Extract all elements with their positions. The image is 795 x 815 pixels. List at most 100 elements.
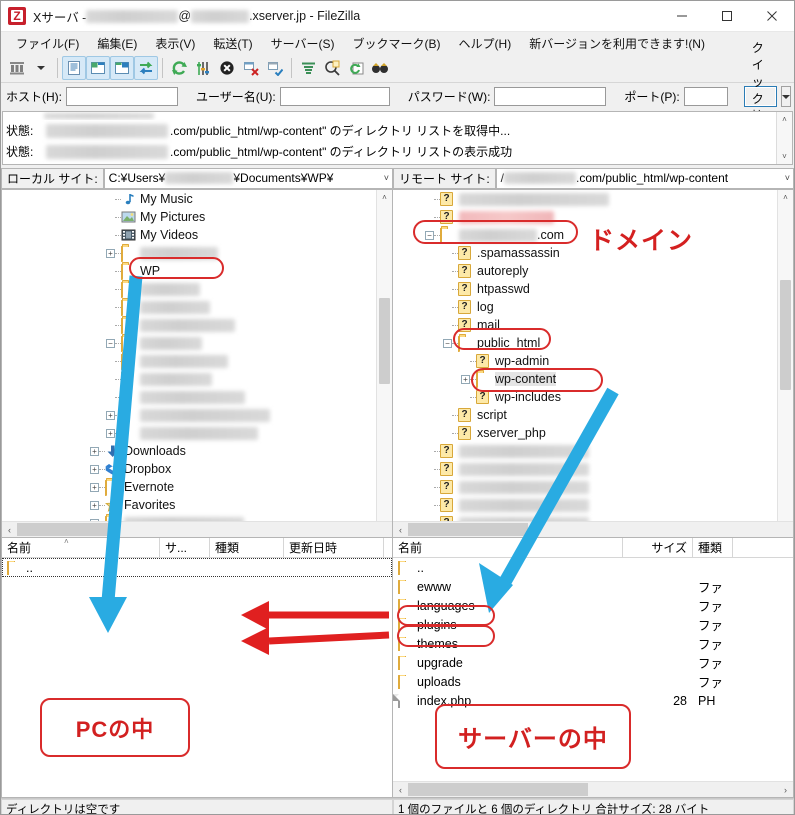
expand-icon[interactable]: + [106, 248, 115, 258]
menu-transfer[interactable]: 転送(T) [204, 33, 261, 54]
column-header[interactable]: サ... [160, 538, 210, 557]
expand-icon[interactable]: + [90, 482, 99, 492]
expand-icon[interactable]: + [90, 446, 99, 456]
menu-new-version[interactable]: 新バージョンを利用できます!(N) [520, 33, 714, 54]
scroll-up-icon[interactable]: ˄ [777, 112, 792, 127]
remote-file-list[interactable]: 名前 サイズ 種類 .. ewww ファ languages ファ plugins ファ them… [393, 538, 794, 798]
toggle-local-tree-icon[interactable] [86, 56, 110, 80]
scroll-thumb[interactable] [17, 523, 117, 536]
tree-item[interactable] [2, 280, 377, 298]
tree-item[interactable]: ? [393, 478, 778, 496]
toggle-message-log-icon[interactable] [62, 56, 86, 80]
scroll-thumb[interactable] [408, 523, 528, 536]
local-file-list-rows[interactable]: .. [2, 558, 392, 577]
tree-item[interactable]: ? mail [393, 316, 778, 334]
collapse-icon[interactable]: − [443, 338, 452, 348]
compare-directories-icon[interactable] [320, 56, 344, 80]
scroll-right-icon[interactable]: › [778, 782, 793, 797]
cancel-icon[interactable] [215, 56, 239, 80]
expand-icon[interactable]: + [106, 410, 115, 420]
message-log[interactable]: 状態: .com/public_html/wp-content" のディレクトリ… [2, 111, 793, 165]
maximize-button[interactable] [704, 1, 749, 31]
tree-item[interactable]: + [2, 244, 377, 262]
quick-connect-button[interactable]: クイック接続(Q) [743, 41, 778, 155]
tree-item[interactable]: WP [2, 262, 377, 280]
file-list-row[interactable]: plugins ファ [393, 615, 793, 634]
tree-item[interactable]: − .com [393, 226, 778, 244]
port-input[interactable] [683, 87, 728, 106]
password-input[interactable] [494, 87, 607, 106]
remote-path-dropdown-icon[interactable]: ˅ [785, 169, 790, 188]
column-header[interactable]: 名前 [393, 538, 623, 557]
column-header[interactable]: 種類 [210, 538, 284, 557]
find-files-icon[interactable] [368, 56, 392, 80]
local-file-list[interactable]: 名前 ˄ サ... 種類 更新日時 .. [1, 538, 393, 798]
remote-file-list-header[interactable]: 名前 サイズ 種類 [393, 538, 793, 558]
remote-tree-scrollbar[interactable]: ˄ ˅ [777, 190, 793, 537]
tree-item[interactable]: ? autoreply [393, 262, 778, 280]
expand-icon[interactable]: + [461, 374, 470, 384]
file-list-row[interactable]: index.php 28 PH [393, 691, 793, 710]
close-button[interactable] [749, 1, 794, 31]
scroll-thumb[interactable] [780, 280, 791, 390]
file-list-row[interactable]: languages ファ [393, 596, 793, 615]
tree-item[interactable]: My Music [2, 190, 377, 208]
column-header[interactable]: 更新日時 [284, 538, 384, 557]
tree-item[interactable]: ? log [393, 298, 778, 316]
remote-file-list-rows[interactable]: .. ewww ファ languages ファ plugins ファ themes ファ upgr… [393, 558, 793, 710]
tree-item[interactable]: ? [393, 442, 778, 460]
tree-item[interactable] [2, 388, 377, 406]
directory-comparison-icon[interactable] [344, 56, 368, 80]
tree-item[interactable] [2, 352, 377, 370]
menu-help[interactable]: ヘルプ(H) [450, 33, 521, 54]
tree-item[interactable]: + Downloads [2, 442, 377, 460]
filter-icon[interactable] [296, 56, 320, 80]
tree-item[interactable]: − [2, 334, 377, 352]
site-manager-icon[interactable] [5, 56, 29, 80]
process-queue-icon[interactable] [191, 56, 215, 80]
refresh-icon[interactable] [167, 56, 191, 80]
menu-server[interactable]: サーバー(S) [262, 33, 344, 54]
tree-item[interactable]: ? [393, 208, 778, 226]
scroll-thumb[interactable] [379, 298, 390, 384]
collapse-icon[interactable]: − [425, 230, 434, 240]
remote-directory-tree[interactable]: ?? − .com? .spamassassin? autoreply? htpasswd… [393, 189, 794, 538]
tree-item[interactable]: ? [393, 460, 778, 478]
host-input[interactable] [66, 87, 178, 106]
remote-tree-content[interactable]: ?? − .com? .spamassassin? autoreply? htpasswd… [393, 190, 778, 522]
expand-icon[interactable]: + [90, 464, 99, 474]
site-manager-dropdown-icon[interactable] [29, 56, 53, 80]
tree-item[interactable]: + wp-content [393, 370, 778, 388]
menu-edit[interactable]: 編集(E) [88, 33, 146, 54]
file-list-row[interactable]: uploads ファ [393, 672, 793, 691]
tree-item[interactable]: + [2, 424, 377, 442]
file-list-row[interactable]: .. [2, 558, 392, 577]
toggle-transfer-queue-icon[interactable] [134, 56, 158, 80]
local-tree-hscrollbar[interactable]: ‹ [2, 521, 392, 537]
tree-item[interactable]: + [2, 406, 377, 424]
file-list-row[interactable]: themes ファ [393, 634, 793, 653]
scroll-up-icon[interactable]: ˄ [377, 190, 392, 205]
local-file-list-header[interactable]: 名前 ˄ サ... 種類 更新日時 [2, 538, 392, 558]
file-list-row[interactable]: ewww ファ [393, 577, 793, 596]
scroll-left-icon[interactable]: ‹ [2, 522, 17, 537]
remote-path-combo[interactable]: / .com/public_html/wp-content ˅ [495, 167, 794, 189]
tree-item[interactable]: + Dropbox [2, 460, 377, 478]
local-path-dropdown-icon[interactable]: ˅ [384, 169, 389, 188]
column-header[interactable]: 名前 ˄ [2, 538, 160, 557]
scroll-left-icon[interactable]: ‹ [393, 522, 408, 537]
tree-item[interactable]: ? .spamassassin [393, 244, 778, 262]
tree-item[interactable]: My Videos [2, 226, 377, 244]
tree-item[interactable]: My Pictures [2, 208, 377, 226]
tree-item[interactable]: ? script [393, 406, 778, 424]
tree-item[interactable]: + Evernote [2, 478, 377, 496]
tree-item[interactable]: ? wp-includes [393, 388, 778, 406]
local-directory-tree[interactable]: My Music My Pictures My Videos + WP − + + + Downl… [1, 189, 393, 538]
menu-file[interactable]: ファイル(F) [7, 33, 88, 54]
username-input[interactable] [279, 87, 390, 106]
tree-item[interactable]: ? [393, 190, 778, 208]
expand-icon[interactable]: + [90, 500, 99, 510]
log-scrollbar[interactable]: ˄ ˅ [776, 112, 792, 164]
local-path-combo[interactable]: C:¥Users¥ ¥Documents¥WP¥ ˅ [103, 167, 393, 189]
disconnect-icon[interactable] [239, 56, 263, 80]
